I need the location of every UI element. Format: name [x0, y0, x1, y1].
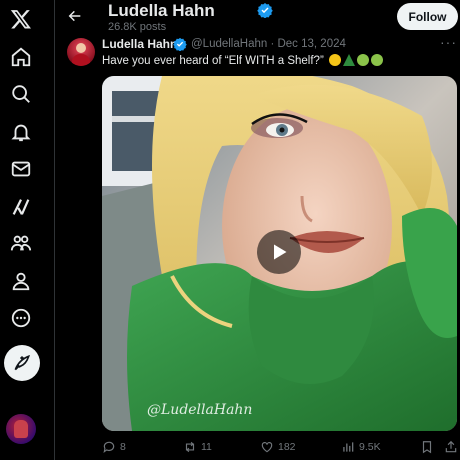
follow-button[interactable]: Follow	[397, 3, 458, 30]
view-count: 9.5K	[359, 441, 381, 453]
grok-icon[interactable]	[6, 192, 36, 222]
post-action-bar: 8 11 182 9.5K	[102, 438, 458, 456]
green-circle-emoji-icon	[370, 54, 383, 66]
views-button[interactable]: 9.5K	[341, 438, 381, 456]
share-button[interactable]	[444, 438, 458, 456]
profile-icon[interactable]	[6, 266, 36, 296]
post-text: Have you ever heard of “Elf WITH a Shelf…	[102, 54, 383, 67]
video-watermark: @LudellaHahn	[147, 402, 253, 418]
more-icon[interactable]	[6, 303, 36, 333]
share-icon	[445, 440, 457, 453]
messages-icon[interactable]	[6, 154, 36, 184]
back-arrow-icon	[68, 10, 81, 22]
post-author-name[interactable]: Ludella Hahn	[102, 37, 177, 51]
like-count: 182	[278, 441, 296, 453]
repost-icon	[185, 441, 195, 453]
verified-badge-icon	[173, 37, 187, 51]
bookmark-icon	[422, 441, 432, 454]
back-button[interactable]	[65, 6, 85, 26]
compose-post-icon	[14, 354, 31, 371]
notifications-icon[interactable]	[6, 117, 36, 147]
profile-name: Ludella Hahn	[108, 1, 215, 20]
post-video[interactable]: @LudellaHahn	[102, 76, 457, 431]
winking-face-emoji-icon	[328, 54, 341, 66]
column-divider	[54, 0, 55, 460]
play-icon	[274, 244, 287, 260]
reply-button[interactable]: 8	[102, 438, 126, 456]
profile-header: Ludella Hahn 26.8K posts Follow	[55, 0, 460, 34]
compose-post-button[interactable]	[4, 345, 40, 381]
play-button[interactable]	[257, 230, 301, 274]
account-avatar[interactable]	[6, 414, 36, 444]
search-icon[interactable]	[6, 79, 36, 109]
sidebar-nav	[0, 0, 44, 460]
post-text-content: Have you ever heard of “Elf WITH a Shelf…	[102, 55, 327, 67]
communities-icon[interactable]	[6, 228, 36, 258]
like-button[interactable]: 182	[260, 438, 296, 456]
christmas-tree-emoji-icon	[342, 54, 355, 66]
green-circle-emoji-icon	[356, 54, 369, 66]
more-options-icon[interactable]: ···	[440, 34, 458, 50]
author-avatar[interactable]	[67, 38, 95, 66]
home-icon[interactable]	[6, 42, 36, 72]
reply-count: 8	[120, 441, 126, 453]
repost-count: 11	[201, 441, 212, 453]
post-count: 26.8K posts	[108, 21, 167, 33]
x-logo-icon[interactable]	[6, 4, 36, 34]
post-handle-date[interactable]: @LudellaHahn · Dec 13, 2024	[191, 38, 346, 50]
repost-button[interactable]: 11	[183, 438, 212, 456]
bookmark-button[interactable]	[420, 438, 434, 456]
verified-badge-icon	[257, 3, 273, 18]
heart-icon	[261, 442, 273, 453]
views-chart-icon	[343, 442, 354, 452]
reply-icon	[103, 441, 115, 454]
